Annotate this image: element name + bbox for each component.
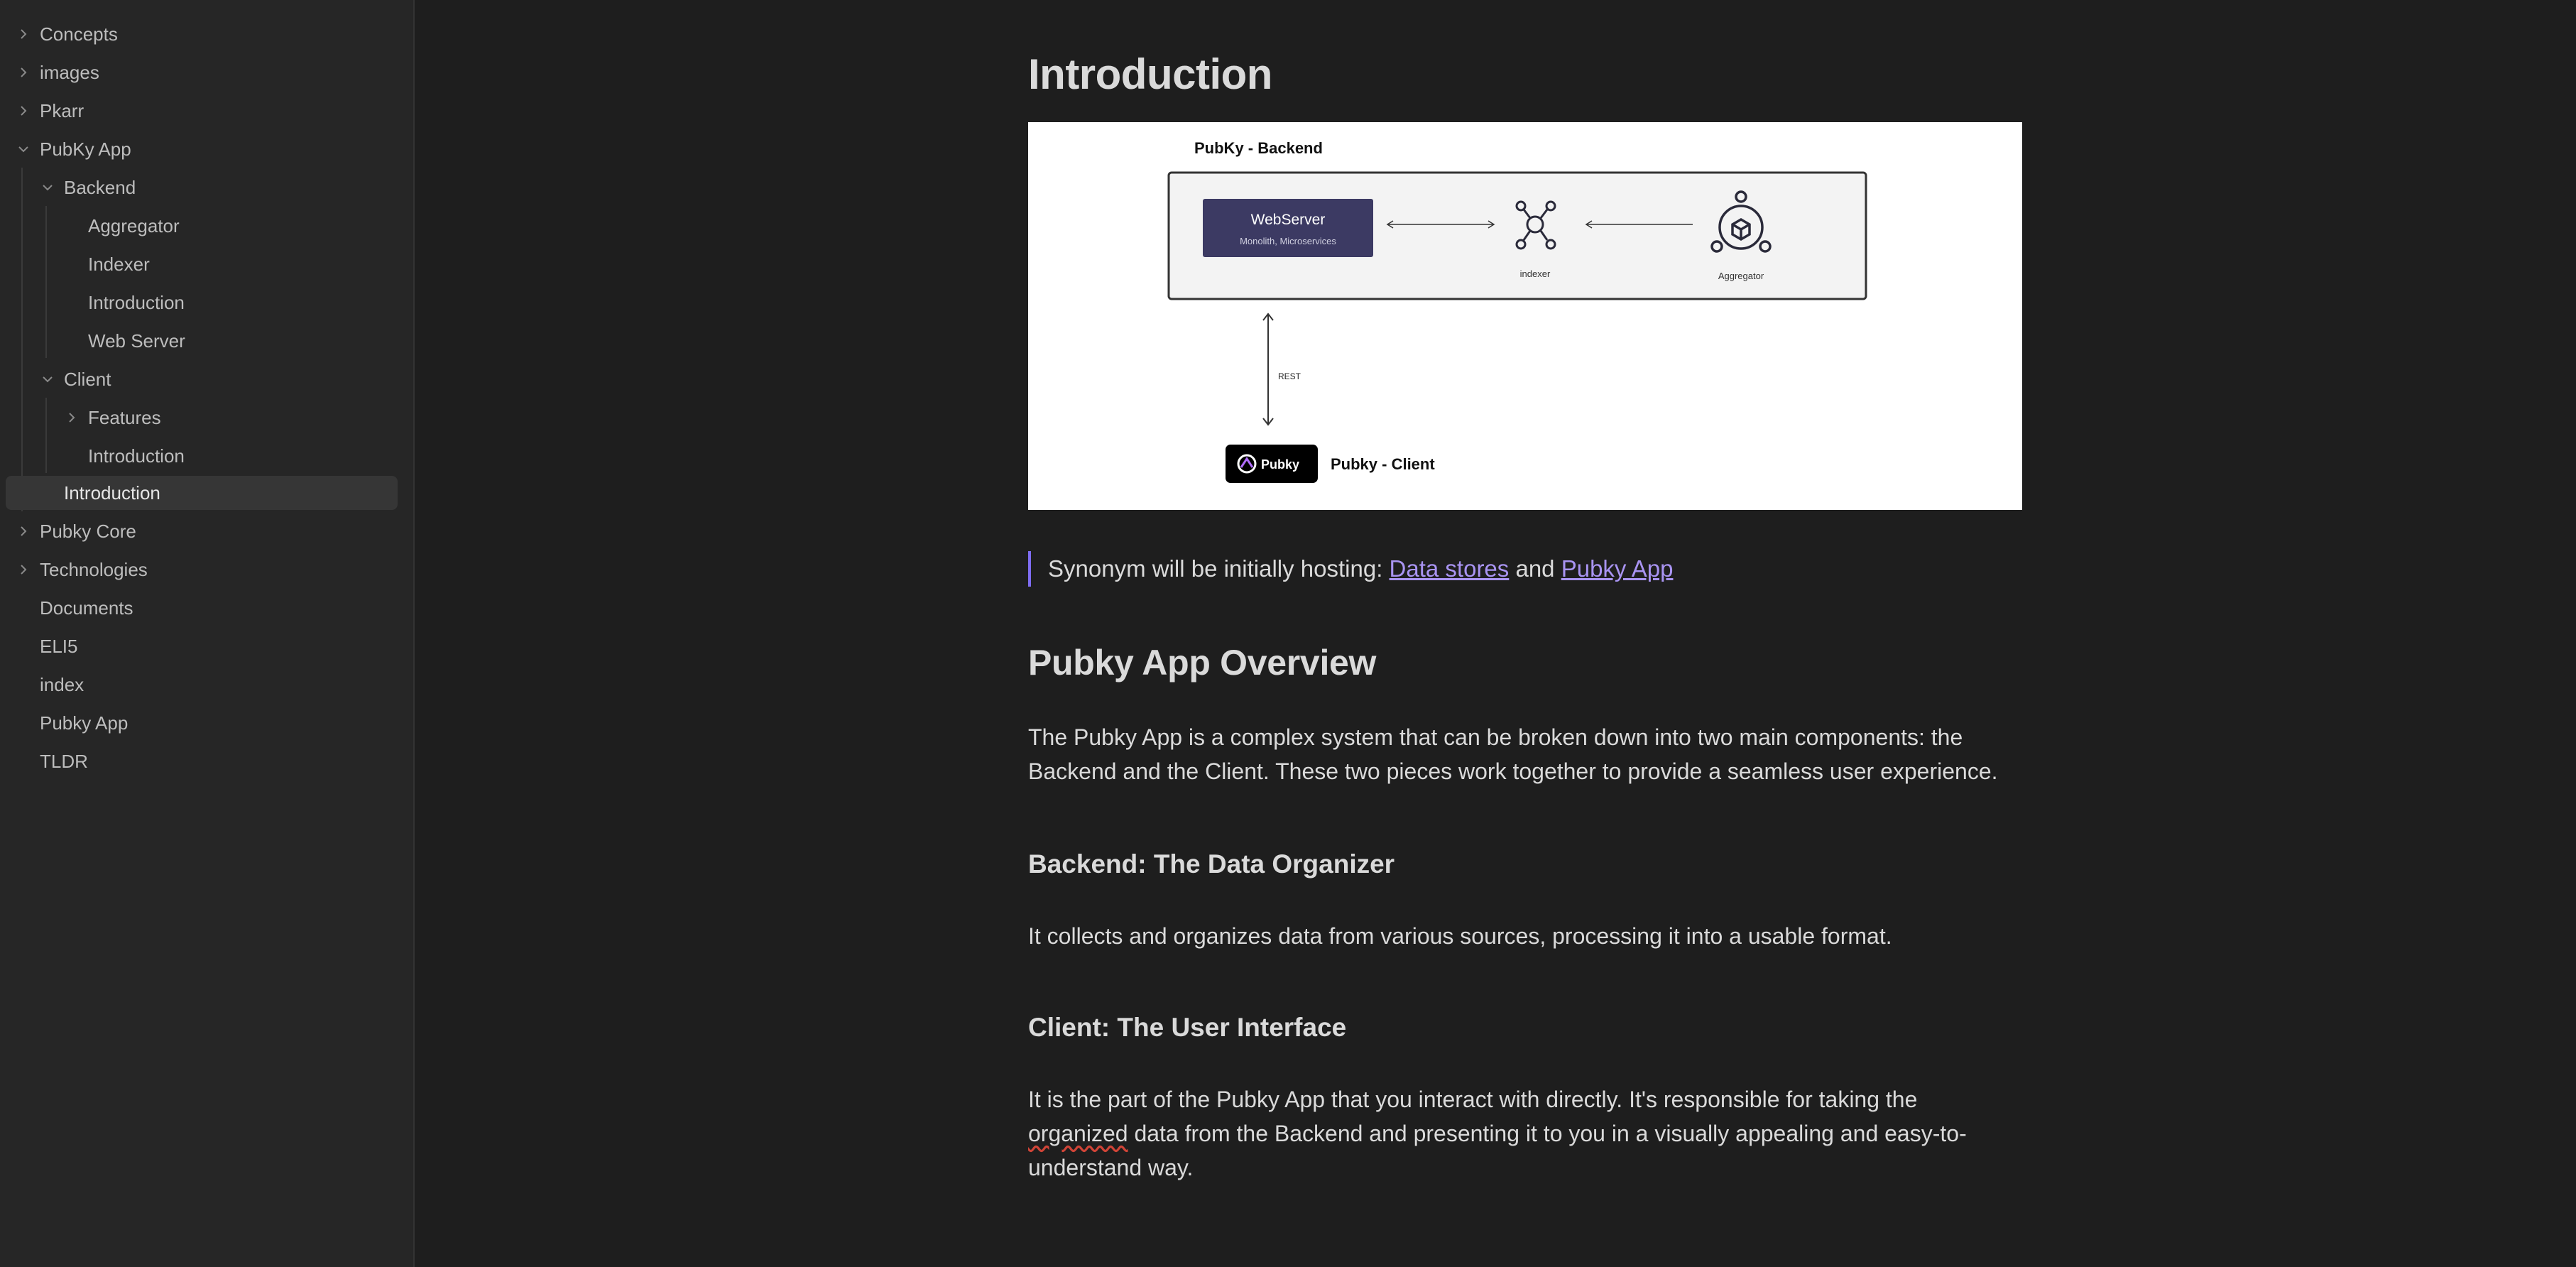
aggregator-label: Aggregator bbox=[1718, 271, 1764, 281]
indent-guide bbox=[45, 206, 47, 358]
tree-file-pubky-app[interactable]: Pubky App bbox=[6, 706, 396, 740]
tree-folder-pubky-app[interactable]: PubKy App bbox=[6, 132, 396, 166]
tree-file-introduction-active[interactable]: Introduction bbox=[6, 476, 398, 510]
heading-backend: Backend: The Data Organizer bbox=[1028, 849, 1395, 879]
tree-folder-images[interactable]: images bbox=[6, 55, 396, 89]
tree-folder-technologies[interactable]: Technologies bbox=[6, 553, 396, 587]
backend-paragraph: It collects and organizes data from vari… bbox=[1028, 923, 1892, 949]
link-data-stores[interactable]: Data stores bbox=[1390, 555, 1510, 582]
link-pubky-app[interactable]: Pubky App bbox=[1561, 555, 1674, 582]
tree-folder-concepts[interactable]: Concepts bbox=[6, 17, 396, 51]
tree-item-label: Features bbox=[88, 406, 161, 428]
pubky-badge-text: Pubky bbox=[1261, 457, 1299, 472]
tree-item-label: Pubky Core bbox=[40, 520, 136, 542]
tree-item-label: Concepts bbox=[40, 23, 118, 45]
tree-item-label: Pkarr bbox=[40, 99, 84, 121]
tree-item-label: Client bbox=[64, 368, 111, 390]
callout-text: Synonym will be initially hosting: bbox=[1048, 555, 1390, 582]
indent-guide bbox=[21, 168, 23, 511]
spellcheck-flagged-word[interactable]: organized bbox=[1028, 1121, 1128, 1146]
note-editor[interactable]: Introduction PubKy - Backend WebServer M… bbox=[415, 0, 2576, 1267]
tree-folder-client[interactable]: Client bbox=[30, 362, 396, 396]
heading-client: Client: The User Interface bbox=[1028, 1013, 1347, 1042]
client-text-part2: data from the Backend and presenting it … bbox=[1028, 1121, 1967, 1180]
tree-item-label: Introduction bbox=[88, 291, 185, 313]
callout-blockquote: Synonym will be initially hosting: Data … bbox=[1028, 551, 1673, 587]
indexer-label: indexer bbox=[1520, 268, 1551, 279]
rest-label: REST bbox=[1278, 371, 1301, 381]
tree-item-label: index bbox=[40, 673, 84, 695]
tree-folder-pkarr[interactable]: Pkarr bbox=[6, 94, 396, 128]
tree-item-label: Documents bbox=[40, 597, 133, 619]
chevron-right-icon bbox=[17, 525, 30, 538]
tree-folder-backend[interactable]: Backend bbox=[30, 170, 396, 205]
page-title: Introduction bbox=[1028, 50, 1272, 98]
rest-double-arrow-icon bbox=[1262, 312, 1274, 426]
tree-item-label: Pubky App bbox=[40, 712, 129, 734]
tree-item-label: Technologies bbox=[40, 558, 148, 580]
tree-item-label: PubKy App bbox=[40, 138, 131, 160]
tree-file-aggregator[interactable]: Aggregator bbox=[54, 209, 396, 243]
client-paragraph: It is the part of the Pubky App that you… bbox=[1028, 1082, 2022, 1185]
tree-file-index[interactable]: index bbox=[6, 668, 396, 702]
client-text-part1: It is the part of the Pubky App that you… bbox=[1028, 1087, 1918, 1112]
overview-paragraph: The Pubky App is a complex system that c… bbox=[1028, 724, 1998, 784]
tree-folder-features[interactable]: Features bbox=[54, 401, 396, 435]
tree-item-label: Aggregator bbox=[88, 214, 180, 236]
heading-pubky-app-overview: Pubky App Overview bbox=[1028, 643, 1377, 683]
diagram-client-title: Pubky - Client bbox=[1331, 455, 1435, 473]
indent-guide bbox=[45, 398, 47, 473]
chevron-down-icon bbox=[17, 143, 30, 156]
tree-folder-pubky-core[interactable]: Pubky Core bbox=[6, 514, 396, 548]
diagram-backend-title: PubKy - Backend bbox=[1194, 139, 1323, 157]
tree-item-label: ELI5 bbox=[40, 635, 78, 657]
tree-item-label: Introduction bbox=[88, 445, 185, 467]
tree-item-label: Indexer bbox=[88, 253, 150, 275]
webserver-label: WebServer bbox=[1251, 212, 1326, 228]
tree-item-label: Backend bbox=[64, 176, 136, 198]
tree-item-label: TLDR bbox=[40, 750, 88, 772]
webserver-box bbox=[1203, 199, 1373, 257]
architecture-diagram-image: PubKy - Backend WebServer Monolith, Micr… bbox=[1028, 122, 2022, 510]
chevron-right-icon bbox=[17, 28, 30, 40]
tree-item-label: Web Server bbox=[88, 330, 185, 352]
tree-file-backend-introduction[interactable]: Introduction bbox=[54, 286, 396, 320]
tree-file-tldr[interactable]: TLDR bbox=[6, 744, 396, 778]
tree-item-label: Introduction bbox=[64, 482, 160, 504]
tree-file-eli5[interactable]: ELI5 bbox=[6, 629, 396, 663]
chevron-right-icon bbox=[17, 104, 30, 117]
tree-file-indexer[interactable]: Indexer bbox=[54, 247, 396, 281]
chevron-down-icon bbox=[41, 181, 54, 194]
tree-file-documents[interactable]: Documents bbox=[6, 591, 396, 625]
chevron-right-icon bbox=[17, 66, 30, 79]
file-explorer-sidebar: Concepts images Pkarr PubKy App Backend … bbox=[0, 0, 415, 1267]
callout-text: and bbox=[1509, 555, 1561, 582]
tree-item-label: images bbox=[40, 61, 99, 83]
chevron-down-icon bbox=[41, 373, 54, 386]
chevron-right-icon bbox=[17, 563, 30, 576]
tree-file-client-introduction[interactable]: Introduction bbox=[54, 439, 396, 473]
webserver-sublabel: Monolith, Microservices bbox=[1240, 236, 1336, 246]
chevron-right-icon bbox=[65, 411, 78, 424]
tree-file-web-server[interactable]: Web Server bbox=[54, 324, 396, 358]
